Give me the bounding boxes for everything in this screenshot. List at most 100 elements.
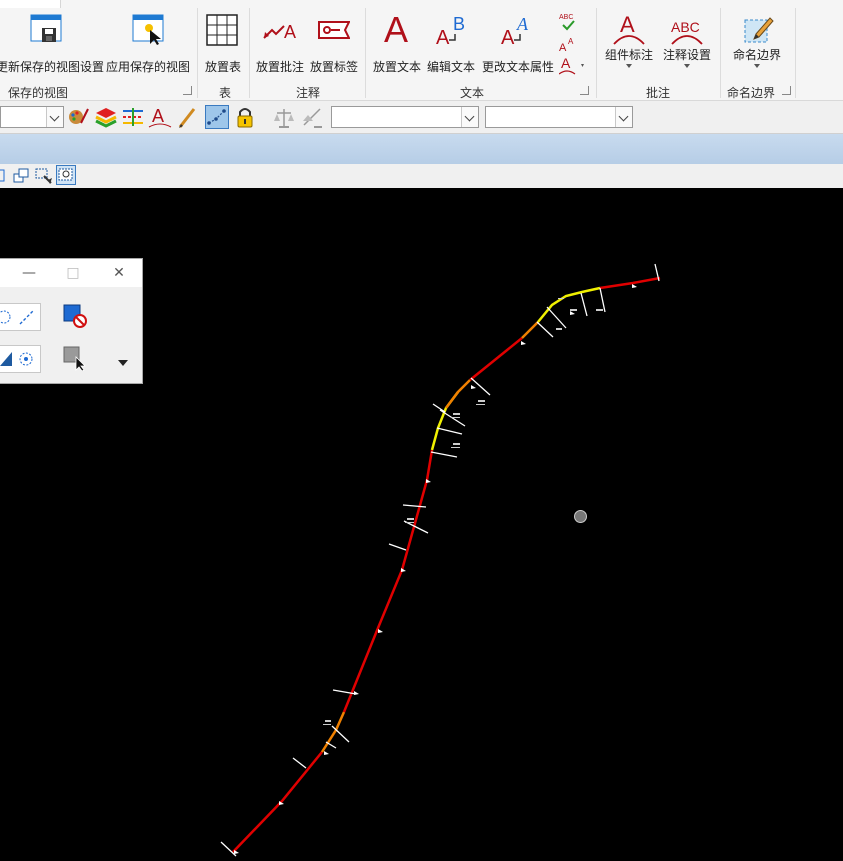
tool-fill-region[interactable] [0,345,41,373]
text-dialog-launcher[interactable] [580,86,589,95]
place-table-button[interactable]: 放置表 [200,10,246,74]
line-style-icon[interactable] [121,105,145,129]
svg-text:A: A [384,10,408,46]
apply-view-icon [132,14,164,45]
named-boundary-button[interactable]: 命名边界 [724,10,790,74]
update-saved-view-button[interactable]: 更新保存的视图设置 [0,10,104,74]
annotate-element-icon: A [613,12,645,45]
spell-check-icon: ABC [559,14,575,31]
minimize-button[interactable]: — [18,263,40,283]
change-text-properties-button[interactable]: A A 更改文本属性 [480,10,556,74]
svg-text:A: A [152,106,164,126]
named-boundary-label: 命名边界 [732,48,781,62]
svg-text:A: A [284,22,296,42]
station-ticks [220,263,660,857]
ribbon-tab-active[interactable] [0,0,61,8]
alignment-curve [430,391,459,451]
place-text-label: 放置文本 [372,60,421,74]
window-area-icon [58,168,73,181]
table-icon [206,14,238,46]
change-text-properties-label: 更改文本属性 [481,60,554,74]
text-style-icon[interactable]: A [148,105,172,129]
view-attributes-icon[interactable] [0,167,6,185]
saved-views-dialog-launcher[interactable] [183,86,192,95]
alignment-tangent [232,751,323,853]
edit-text-icon: A B [436,14,465,46]
color-palette-icon[interactable] [66,105,90,129]
select-element-icon[interactable] [62,345,88,371]
chevron-down-icon[interactable] [615,107,632,127]
save-view-icon [30,14,62,42]
view-window-titlebar [0,134,843,164]
svg-text:A: A [501,27,515,46]
fill-region-icon [0,352,33,366]
text-group-label: 文本 [459,86,484,100]
dropdown-arrow-icon [626,64,632,68]
group-separator [795,8,796,98]
change-text-attributes-icon: A A [501,14,529,46]
text-size-up-button[interactable]: A A [557,34,579,54]
edit-text-label: 编辑文本 [426,60,475,74]
note-arrow-icon: A [263,22,296,42]
text-underline-button[interactable]: A [557,54,589,76]
alignment-spiral [445,379,471,409]
chevron-down-icon[interactable] [46,107,63,127]
pen-weight-icon[interactable] [176,105,200,129]
place-note-button[interactable]: A 放置批注 [254,10,306,74]
place-label-label: 放置标签 [309,60,358,74]
layers-icon[interactable] [94,105,118,129]
floating-window-titlebar: — □ ✕ [0,259,142,287]
alignment-tangent [599,276,661,290]
svg-text:A: A [568,37,574,46]
element-annotation-button[interactable]: A 组件标注 [600,10,658,74]
close-button[interactable]: ✕ [108,263,130,283]
notes-group-label: 批注 [645,86,670,100]
annotation-settings-button[interactable]: ABC 注释设置 [660,10,714,74]
floating-tool-window: — □ ✕ [0,258,143,384]
group-separator [720,8,721,98]
element-annotation-label: 组件标注 [604,48,653,62]
alignment-spiral [521,321,539,339]
dimension-style-combo[interactable] [485,106,633,128]
lock-icon[interactable] [233,105,257,129]
ribbon: 更新保存的视图设置 应用保存的视图 保存的视图 放置表 表 A 放置批注 放置标… [0,0,843,101]
text-underline-icon: A [559,55,584,75]
place-text-button[interactable]: A 放置文本 [370,10,424,74]
chevron-down-icon[interactable] [461,107,478,127]
measure-tool-icon[interactable] [300,105,324,129]
view-fit-button[interactable] [56,165,76,185]
snap-points-icon [207,109,226,125]
edit-text-button[interactable]: A B 编辑文本 [425,10,477,74]
svg-text:A: A [620,12,635,37]
annotation-group-label: 注释 [295,86,320,100]
snap-toggle-button[interactable] [205,105,229,129]
view-rotate-icon[interactable] [34,166,54,186]
balance-scale-icon[interactable] [272,105,296,129]
group-separator [197,8,198,98]
tool-arc-line[interactable] [0,303,41,331]
copy-view-icon[interactable] [12,166,32,186]
dropdown-arrow-icon [684,64,690,68]
maximize-button[interactable]: □ [62,263,84,283]
large-a-text-icon: A [384,10,408,46]
arc-line-icon [0,309,35,325]
svg-text:A: A [436,27,450,46]
cursor-pointer [574,510,587,523]
view-toolbar [0,164,843,188]
ribbon-tab-strip [0,0,843,8]
dropdown-arrow-icon [754,64,760,68]
named-boundary-dialog-launcher[interactable] [782,86,791,95]
apply-saved-view-button[interactable]: 应用保存的视图 [104,10,192,74]
level-combo[interactable] [0,106,64,128]
named-boundary-group-label: 命名边界 [726,86,775,100]
text-style-combo[interactable] [331,106,479,128]
no-fill-icon[interactable] [62,303,88,329]
place-table-label: 放置表 [204,60,241,74]
svg-text:A: A [516,14,529,34]
place-label-button[interactable]: 放置标签 [308,10,360,74]
svg-text:A: A [561,55,571,71]
place-note-label: 放置批注 [255,60,304,74]
expand-menu-arrow-icon[interactable] [118,359,128,367]
alignment-tangent [342,449,434,713]
spell-check-button[interactable]: ABC [557,10,579,32]
